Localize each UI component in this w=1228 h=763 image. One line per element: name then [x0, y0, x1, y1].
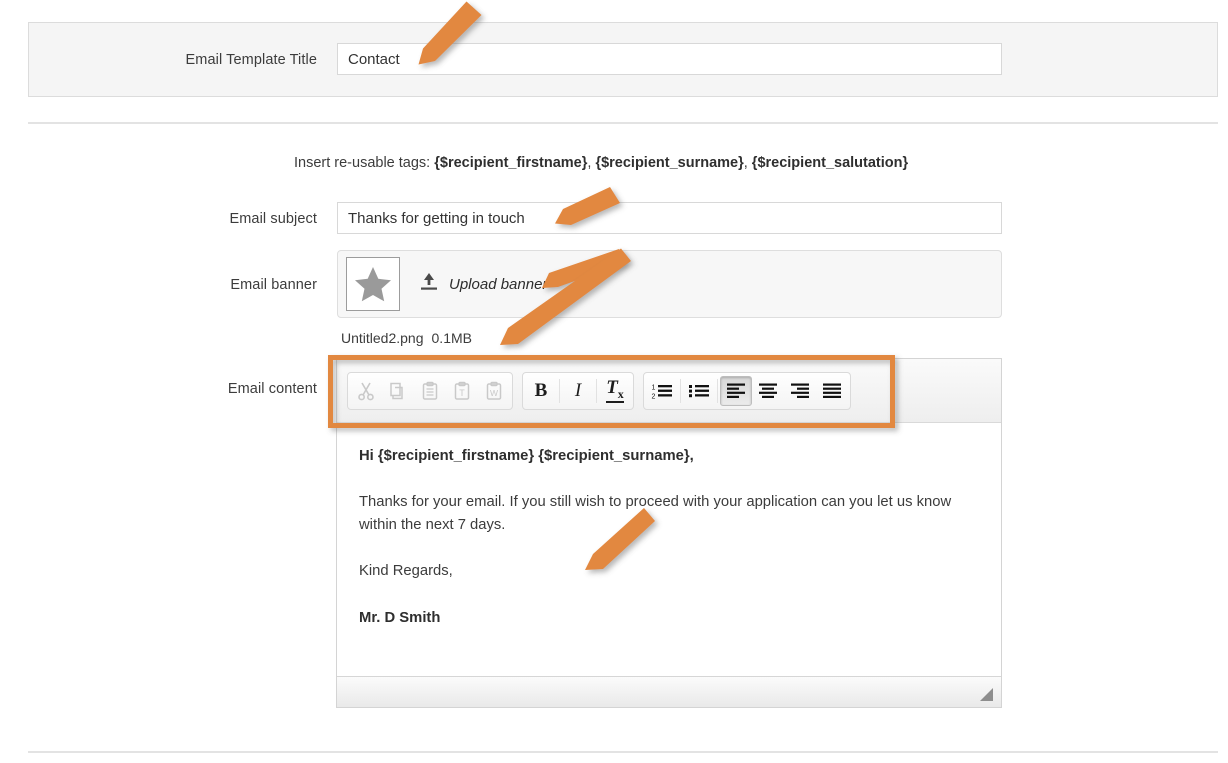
remove-format-icon[interactable]: Tx: [599, 376, 631, 406]
email-subject-input[interactable]: [337, 202, 1002, 234]
email-banner-label: Email banner: [230, 277, 317, 293]
svg-text:T: T: [459, 388, 465, 398]
email-template-title-label: Email Template Title: [185, 52, 317, 68]
email-template-title-input[interactable]: [337, 43, 1002, 75]
paste-word-icon[interactable]: W: [478, 376, 510, 406]
justify-icon[interactable]: [816, 376, 848, 406]
toolbar-separator: [559, 378, 560, 403]
editor-resize-grip[interactable]: [980, 688, 993, 701]
upload-banner-control[interactable]: Upload banner: [418, 271, 547, 298]
banner-file-size: 0.1MB: [431, 330, 472, 346]
bold-glyph: B: [534, 380, 548, 401]
banner-file-info: Untitled2.png 0.1MB: [341, 330, 472, 346]
toolbar-separator: [717, 378, 718, 403]
bulleted-list-icon[interactable]: [683, 376, 715, 406]
email-subject-label: Email subject: [229, 211, 317, 227]
tag-salutation: {$recipient_salutation}: [751, 155, 909, 171]
section-divider-bottom: [28, 751, 1218, 753]
banner-file-name: Untitled2.png: [341, 330, 424, 346]
bold-icon[interactable]: B: [525, 376, 557, 406]
editor-greeting: Hi {$recipient_firstname} {$recipient_su…: [359, 448, 694, 464]
email-content-label: Email content: [227, 381, 317, 397]
editor-toolbar: T W B I Tx 1 2: [337, 359, 1001, 423]
align-right-icon[interactable]: [784, 376, 816, 406]
banner-thumbnail: [346, 257, 400, 311]
editor-signature: Mr. D Smith: [359, 609, 441, 626]
tag-firstname: {$recipient_firstname}: [434, 155, 588, 171]
toolbar-group-clipboard: T W: [347, 371, 513, 410]
editor-footer-bar: [337, 676, 1001, 707]
toolbar-group-paragraph: 1 2: [643, 371, 851, 410]
italic-icon[interactable]: I: [562, 376, 594, 406]
reusable-tags-hint: Insert re-usable tags: {$recipient_first…: [294, 155, 908, 171]
toolbar-group-formatting: B I Tx: [522, 371, 634, 410]
align-center-icon[interactable]: [752, 376, 784, 406]
paste-text-icon[interactable]: T: [446, 376, 478, 406]
svg-text:1: 1: [652, 384, 656, 391]
svg-text:2: 2: [652, 393, 656, 400]
tag-surname: {$recipient_surname}: [595, 155, 744, 171]
copy-icon[interactable]: [382, 376, 414, 406]
email-banner-upload-box[interactable]: Upload banner: [337, 250, 1002, 318]
align-left-icon[interactable]: [720, 375, 752, 406]
toolbar-separator: [680, 378, 681, 403]
italic-glyph: I: [574, 380, 582, 401]
paste-icon[interactable]: [414, 376, 446, 406]
numbered-list-icon[interactable]: 1 2: [646, 376, 678, 406]
svg-text:W: W: [490, 388, 498, 398]
editor-signoff: Kind Regards,: [359, 563, 453, 580]
upload-banner-label: Upload banner: [449, 275, 548, 293]
tag-sep-2: ,: [743, 155, 752, 171]
section-divider-top: [28, 122, 1218, 124]
remove-format-glyph: Tx: [606, 377, 624, 403]
editor-body-text: Thanks for your email. If you still wish…: [359, 494, 952, 533]
toolbar-separator: [596, 378, 597, 403]
cut-icon[interactable]: [350, 376, 382, 406]
editor-content-area[interactable]: Hi {$recipient_firstname} {$recipient_su…: [337, 423, 1001, 668]
rich-text-editor[interactable]: T W B I Tx 1 2 Hi {$recipient_firstname}…: [336, 358, 1002, 708]
reusable-tags-hint-text: Insert re-usable tags:: [294, 155, 435, 171]
upload-icon: [418, 271, 440, 298]
